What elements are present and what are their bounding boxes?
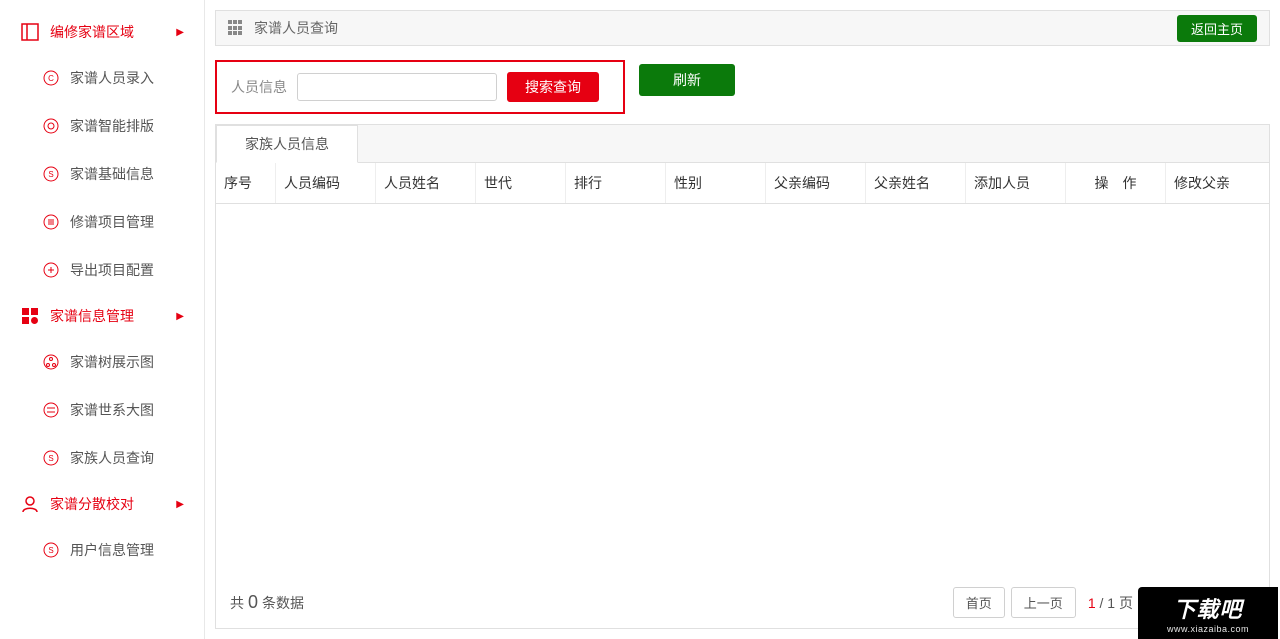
- svg-text:S: S: [48, 546, 53, 555]
- col-modify-father: 修改父亲: [1166, 163, 1269, 203]
- topbar: 家谱人员查询 返回主页: [215, 10, 1270, 46]
- page-title: 家谱人员查询: [254, 18, 338, 38]
- chart-icon: [42, 401, 60, 419]
- svg-text:S: S: [48, 454, 53, 463]
- chevron-right-icon: ▶: [176, 311, 184, 322]
- svg-text:S: S: [48, 170, 53, 179]
- col-index: 序号: [216, 163, 276, 203]
- sidebar-item-label: 家族人员查询: [70, 448, 154, 468]
- back-home-button[interactable]: 返回主页: [1177, 15, 1257, 42]
- sidebar-item-label: 修谱项目管理: [70, 212, 154, 232]
- chevron-right-icon: ▶: [176, 499, 184, 510]
- sidebar-item-person-query[interactable]: S 家族人员查询: [0, 434, 204, 482]
- current-page: 1: [1088, 595, 1096, 611]
- count-prefix: 共: [230, 593, 244, 613]
- table-header: 序号 人员编码 人员姓名 世代 排行 性别 父亲编码 父亲姓名 添加人员 操 作…: [216, 163, 1269, 204]
- sidebar-item-tree-view[interactable]: 家谱树展示图: [0, 338, 204, 386]
- col-add-person: 添加人员: [966, 163, 1066, 203]
- col-gender: 性别: [666, 163, 766, 203]
- sidebar-section-label: 编修家谱区域: [50, 22, 134, 42]
- tab-family-members[interactable]: 家族人员信息: [216, 125, 358, 163]
- sidebar-section-info-mgmt[interactable]: 家谱信息管理 ▶: [0, 294, 204, 338]
- sidebar-item-label: 家谱智能排版: [70, 116, 154, 136]
- total-pages: 1: [1107, 595, 1115, 611]
- person-info-input[interactable]: [297, 73, 497, 101]
- col-father-name: 父亲姓名: [866, 163, 966, 203]
- sidebar-section-proofread[interactable]: 家谱分散校对 ▶: [0, 482, 204, 526]
- grid-small-icon: [228, 20, 244, 36]
- pagination: 首页 上一页 1 / 1 页 下一页 尾: [953, 587, 1255, 618]
- table-body: [216, 204, 1269, 577]
- chevron-right-icon: ▶: [176, 27, 184, 38]
- circle-c-icon: C: [42, 69, 60, 87]
- sidebar-item-label: 家谱基础信息: [70, 164, 154, 184]
- search-button[interactable]: 搜索查询: [507, 72, 599, 102]
- sidebar-item-label: 导出项目配置: [70, 260, 154, 280]
- sidebar-section-genealogy-edit[interactable]: 编修家谱区域 ▶: [0, 10, 204, 54]
- sidebar-section-label: 家谱分散校对: [50, 494, 134, 514]
- refresh-button[interactable]: 刷新: [639, 64, 735, 96]
- sidebar-item-export-config[interactable]: 导出项目配置: [0, 246, 204, 294]
- sidebar-section-label: 家谱信息管理: [50, 306, 134, 326]
- search-row: 人员信息 搜索查询 刷新: [215, 46, 1270, 114]
- page-word: 页: [1119, 595, 1133, 611]
- sidebar-item-project-mgmt[interactable]: 修谱项目管理: [0, 198, 204, 246]
- last-page-button[interactable]: 尾: [1216, 587, 1255, 618]
- grid-icon: [20, 306, 40, 326]
- count-number: 0: [248, 592, 258, 613]
- sidebar-item-label: 用户信息管理: [70, 540, 154, 560]
- col-rank: 排行: [566, 163, 666, 203]
- sidebar-item-user-mgmt[interactable]: S 用户信息管理: [0, 526, 204, 574]
- circle-s-icon: S: [42, 165, 60, 183]
- sidebar-item-lineage-chart[interactable]: 家谱世系大图: [0, 386, 204, 434]
- page-info: 1 / 1 页: [1082, 593, 1139, 613]
- page-sep: /: [1100, 595, 1104, 611]
- tabs: 家族人员信息: [216, 125, 1269, 163]
- sidebar-item-basic-info[interactable]: S 家谱基础信息: [0, 150, 204, 198]
- user-icon: [20, 494, 40, 514]
- table-footer: 共 0 条数据 首页 上一页 1 / 1 页 下一页 尾: [216, 577, 1269, 628]
- svg-text:C: C: [48, 74, 54, 83]
- sidebar-item-smart-layout[interactable]: 家谱智能排版: [0, 102, 204, 150]
- main-content: 家谱人员查询 返回主页 人员信息 搜索查询 刷新 家族人员信息 序号 人员编码 …: [205, 0, 1280, 639]
- search-label: 人员信息: [231, 77, 287, 97]
- prev-page-button[interactable]: 上一页: [1011, 587, 1076, 618]
- sidebar-item-label: 家谱世系大图: [70, 400, 154, 420]
- tree-icon: [42, 353, 60, 371]
- search-box-highlight: 人员信息 搜索查询: [215, 60, 625, 114]
- sidebar: 编修家谱区域 ▶ C 家谱人员录入 家谱智能排版 S 家谱基础信息 修谱项目管理…: [0, 0, 205, 639]
- count-suffix: 条数据: [262, 593, 304, 613]
- sidebar-item-label: 家谱人员录入: [70, 68, 154, 88]
- next-page-button[interactable]: 下一页: [1145, 587, 1210, 618]
- layout-icon: [20, 22, 40, 42]
- export-icon: [42, 261, 60, 279]
- sidebar-item-label: 家谱树展示图: [70, 352, 154, 372]
- col-person-code: 人员编码: [276, 163, 376, 203]
- search-circle-icon: S: [42, 449, 60, 467]
- record-count: 共 0 条数据: [230, 592, 304, 613]
- gear-icon: [42, 117, 60, 135]
- circle-s-icon: S: [42, 541, 60, 559]
- list-icon: [42, 213, 60, 231]
- col-generation: 世代: [476, 163, 566, 203]
- col-person-name: 人员姓名: [376, 163, 476, 203]
- data-panel: 家族人员信息 序号 人员编码 人员姓名 世代 排行 性别 父亲编码 父亲姓名 添…: [215, 124, 1270, 629]
- sidebar-item-person-entry[interactable]: C 家谱人员录入: [0, 54, 204, 102]
- col-father-code: 父亲编码: [766, 163, 866, 203]
- first-page-button[interactable]: 首页: [953, 587, 1005, 618]
- col-operation: 操 作: [1066, 163, 1166, 203]
